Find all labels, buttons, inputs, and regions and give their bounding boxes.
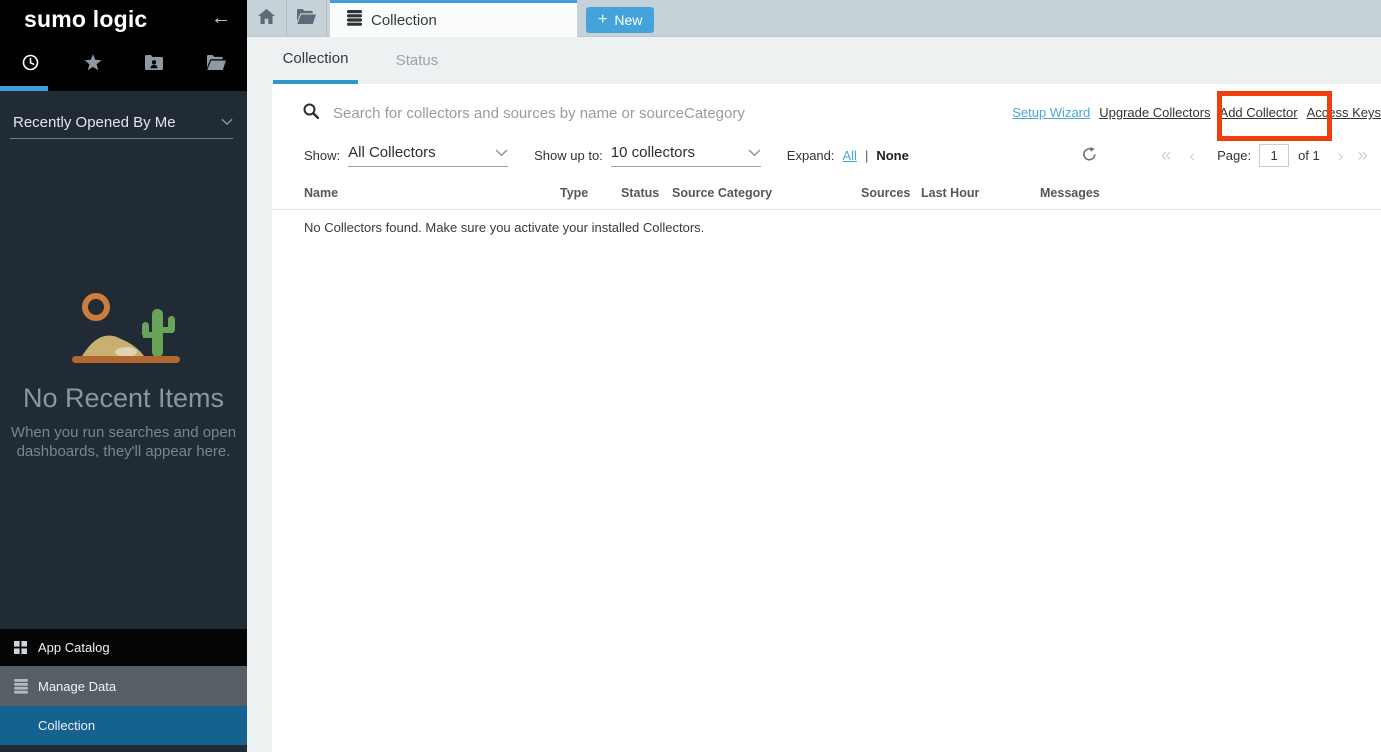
recent-filter-dropdown[interactable]: Recently Opened By Me — [13, 106, 233, 138]
sidebar-item-label: Collection — [38, 718, 95, 733]
subtab-collection[interactable]: Collection — [273, 37, 358, 84]
recent-filter-underline — [10, 138, 233, 139]
sidebar-header: sumo logic ← — [0, 0, 247, 91]
tab-recent[interactable] — [0, 52, 62, 78]
library-button[interactable] — [287, 0, 327, 37]
sidebar-item-label: Manage Data — [38, 679, 116, 694]
access-keys-link[interactable]: Access Keys — [1307, 105, 1381, 120]
database-icon — [14, 679, 28, 694]
plus-icon: + — [598, 11, 607, 29]
column-header-messages[interactable]: Messages — [1040, 186, 1381, 209]
sumo-logic-logo: sumo logic — [24, 6, 147, 33]
show-dropdown[interactable]: All Collectors — [348, 144, 508, 167]
column-header-status[interactable]: Status — [621, 186, 672, 209]
page-label: Page: — [1217, 148, 1251, 163]
new-button-label: New — [614, 12, 642, 28]
show-up-to-value: 10 collectors — [611, 144, 695, 161]
pagination: « ‹ Page: of 1 › » — [1161, 143, 1368, 167]
chevron-down-icon — [221, 113, 233, 131]
page-of-label: of 1 — [1298, 148, 1320, 163]
column-header-name[interactable]: Name — [304, 186, 560, 209]
upgrade-collectors-link[interactable]: Upgrade Collectors — [1099, 105, 1210, 120]
show-label: Show: — [304, 148, 340, 163]
refresh-button[interactable] — [1082, 146, 1097, 167]
sidebar-item-manage-data[interactable]: Manage Data — [0, 666, 247, 706]
tab-personal-folder[interactable] — [124, 52, 186, 78]
search-input[interactable] — [333, 105, 813, 122]
refresh-icon — [1082, 146, 1097, 167]
collapse-sidebar-icon[interactable]: ← — [211, 8, 231, 28]
folder-user-icon — [145, 55, 163, 75]
desert-illustration — [0, 290, 247, 375]
first-page-icon[interactable]: « — [1161, 146, 1172, 165]
column-header-source-category[interactable]: Source Category — [672, 186, 861, 209]
tab-library[interactable] — [185, 52, 247, 78]
column-header-type[interactable]: Type — [560, 186, 621, 209]
show-dropdown-value: All Collectors — [348, 144, 436, 161]
sun-icon — [85, 296, 107, 318]
sidebar-item-label: App Catalog — [38, 640, 110, 655]
expand-label: Expand: — [787, 148, 835, 163]
next-page-icon[interactable]: › — [1338, 146, 1344, 165]
subtab-status[interactable]: Status — [377, 37, 457, 84]
top-tab-strip: Collection + New — [247, 0, 1381, 37]
column-header-last-hour[interactable]: Last Hour — [921, 186, 1040, 209]
no-recent-items-title: No Recent Items — [0, 383, 247, 414]
expand-separator: | — [865, 148, 868, 163]
prev-page-icon[interactable]: ‹ — [1189, 146, 1195, 165]
main-area: Collection + New Collection Status Setup… — [247, 0, 1381, 752]
tab-favorites[interactable] — [62, 52, 124, 78]
sidebar-icon-tabs — [0, 52, 247, 78]
search-bar — [303, 98, 813, 128]
star-icon — [84, 54, 102, 76]
expand-all-link[interactable]: All — [843, 148, 857, 163]
tab-collection[interactable]: Collection — [330, 0, 577, 37]
chevron-down-icon — [495, 144, 508, 161]
active-sidebar-tab-indicator — [0, 86, 48, 91]
home-icon — [258, 9, 275, 29]
last-page-icon[interactable]: » — [1357, 146, 1368, 165]
new-tab-button[interactable]: + New — [586, 7, 654, 33]
show-up-to-dropdown[interactable]: 10 collectors — [611, 144, 761, 167]
left-sidebar: sumo logic ← — [0, 0, 247, 752]
folder-open-icon — [207, 55, 226, 75]
database-icon — [347, 10, 362, 31]
expand-none-link[interactable]: None — [876, 148, 909, 163]
chevron-down-icon — [748, 144, 761, 161]
collection-panel: Setup Wizard Upgrade Collectors Add Coll… — [272, 84, 1381, 752]
grid-icon — [14, 641, 27, 654]
filter-bar: Show: All Collectors Show up to: 10 coll… — [304, 142, 909, 168]
show-up-to-label: Show up to: — [534, 148, 603, 163]
page-number-input[interactable] — [1259, 144, 1289, 167]
setup-wizard-link[interactable]: Setup Wizard — [1012, 105, 1090, 120]
folder-open-icon — [297, 9, 316, 29]
recent-filter-label: Recently Opened By Me — [13, 114, 176, 131]
sidebar-item-collection[interactable]: Collection — [0, 706, 247, 745]
empty-table-message: No Collectors found. Make sure you activ… — [304, 220, 704, 235]
sub-tab-bar: Collection Status — [247, 37, 1381, 84]
tab-label: Collection — [371, 12, 437, 29]
no-recent-items-description: When you run searches and open dashboard… — [0, 423, 247, 461]
sidebar-item-app-catalog[interactable]: App Catalog — [0, 629, 247, 666]
ground-shape — [72, 356, 180, 363]
add-collector-link[interactable]: Add Collector — [1220, 105, 1298, 120]
clock-icon — [22, 54, 39, 76]
action-links: Setup Wizard Upgrade Collectors Add Coll… — [1012, 105, 1381, 120]
search-icon — [303, 103, 319, 124]
home-button[interactable] — [247, 0, 287, 37]
column-header-sources[interactable]: Sources — [861, 186, 921, 209]
collectors-table-header: Name Type Status Source Category Sources… — [272, 186, 1381, 210]
